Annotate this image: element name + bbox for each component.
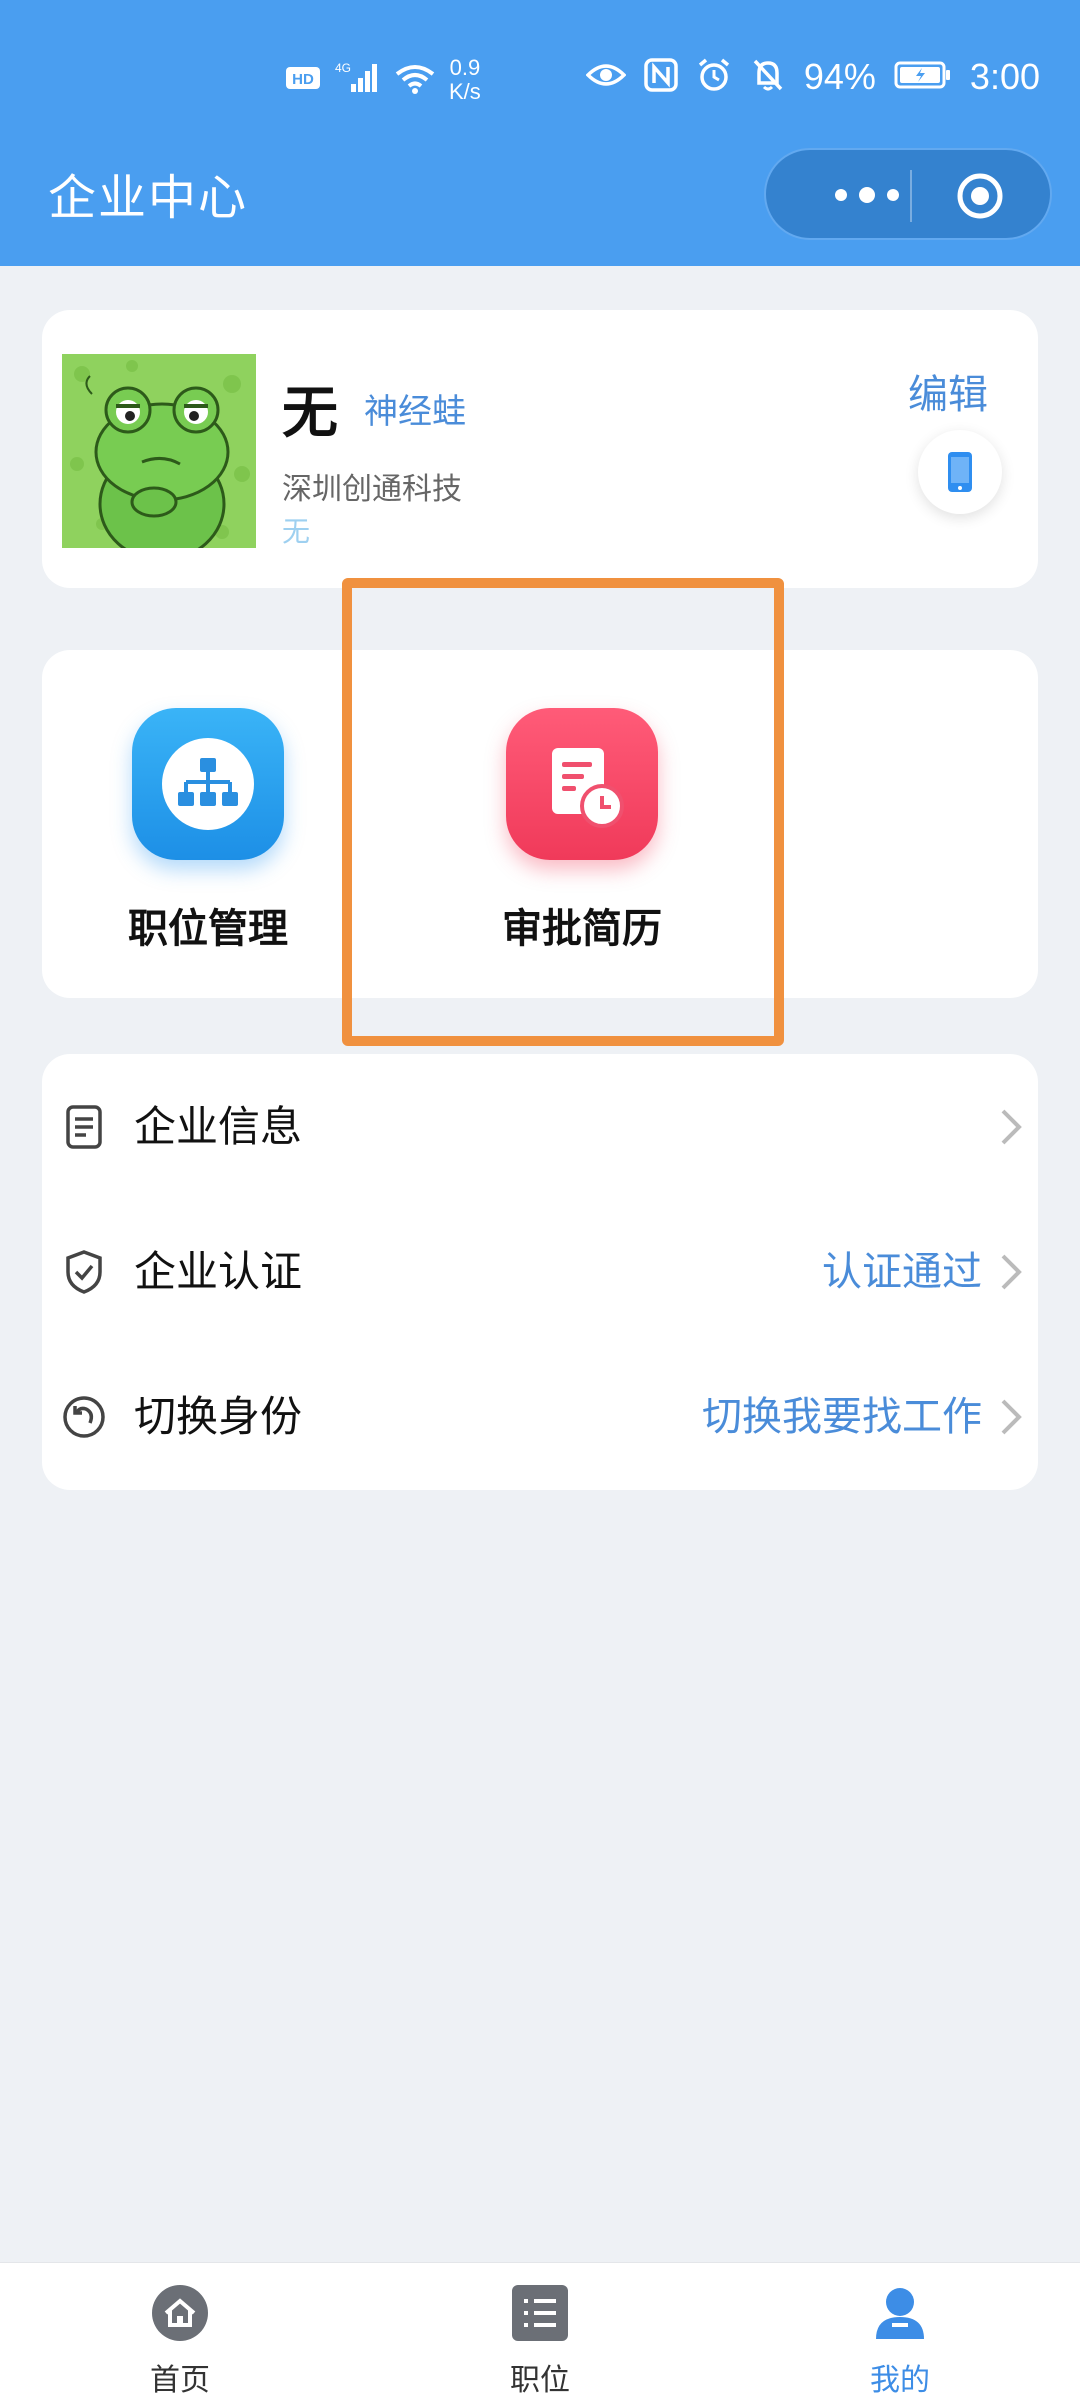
phone-button[interactable] <box>918 430 1002 514</box>
bottom-tab-bar: 首页 职位 我的 <box>0 2262 1080 2401</box>
speed-value: 0.9 <box>449 55 481 80</box>
tab-label: 首页 <box>150 2363 210 2398</box>
tab-label: 我的 <box>870 2363 930 2398</box>
phone-icon <box>948 452 972 492</box>
battery-percent: 94% <box>803 56 876 97</box>
nfc-icon <box>644 58 678 96</box>
hd-badge-text: HD <box>292 71 314 88</box>
tab-label: 职位 <box>510 2363 570 2398</box>
edit-button[interactable]: 编辑 <box>908 362 988 420</box>
profile-subtext: 无 <box>282 515 311 548</box>
chevron-right-icon <box>998 1250 1024 1294</box>
menu-label: 企业信息 <box>134 1101 303 1151</box>
capsule-divider <box>910 170 912 222</box>
settings-menu: 企业信息 企业认证 认证通过 切换身份 切换我要找工作 <box>42 1054 1038 1490</box>
home-icon <box>152 2285 208 2341</box>
chevron-right-icon <box>998 1105 1024 1149</box>
menu-label: 企业认证 <box>134 1246 303 1296</box>
status-bar: HD 4G 0.9 K/s 94% 3:00 <box>0 0 1080 160</box>
company-name: 深圳创通科技 <box>282 472 462 507</box>
tab-mine[interactable]: 我的 <box>800 2263 1000 2401</box>
status-right: 94% 3:00 <box>585 56 1040 98</box>
wifi-icon <box>393 60 437 100</box>
frog-avatar[interactable] <box>62 354 256 548</box>
page-title: 企业中心 <box>48 170 249 226</box>
tab-jobs[interactable]: 职位 <box>440 2263 640 2401</box>
user-icon <box>872 2285 928 2341</box>
clock-time: 3:00 <box>969 56 1040 97</box>
profile-card: 无 神经蛙 深圳创通科技 无 编辑 <box>42 310 1038 588</box>
menu-item-switch-identity[interactable]: 切换身份 切换我要找工作 <box>42 1344 1038 1489</box>
org-chart-icon <box>132 708 284 860</box>
signal-type-text: 4G <box>335 61 351 75</box>
job-management-tile[interactable]: 职位管理 <box>78 650 338 998</box>
document-icon <box>60 1103 108 1151</box>
menu-label: 切换身份 <box>134 1391 303 1441</box>
menu-item-verification[interactable]: 企业认证 认证通过 <box>42 1199 1038 1344</box>
chevron-right-icon <box>998 1395 1024 1439</box>
battery-icon <box>894 60 952 94</box>
eye-icon <box>585 61 627 93</box>
more-icon[interactable] <box>812 180 922 210</box>
shield-check-icon <box>60 1248 108 1296</box>
speed-unit: K/s <box>449 79 481 104</box>
menu-value: 认证通过 <box>822 1248 982 1295</box>
switch-icon <box>60 1393 108 1441</box>
alarm-icon <box>696 57 732 97</box>
mute-bell-icon <box>750 57 786 97</box>
network-speed: 0.9 K/s <box>449 56 481 104</box>
target-icon[interactable] <box>956 172 1004 220</box>
cell-signal-icon: 4G <box>333 60 381 100</box>
list-icon <box>512 2285 568 2341</box>
status-left: HD 4G 0.9 K/s <box>285 56 481 104</box>
tab-home[interactable]: 首页 <box>80 2263 280 2401</box>
menu-value: 切换我要找工作 <box>702 1393 982 1440</box>
job-management-label: 职位管理 <box>128 906 288 952</box>
miniapp-capsule <box>764 148 1052 240</box>
highlight-box <box>342 578 784 1046</box>
menu-item-company-info[interactable]: 企业信息 <box>42 1054 1038 1199</box>
header-bar: HD 4G 0.9 K/s 94% 3:00 企业中心 <box>0 0 1080 266</box>
user-name: 无 <box>282 381 338 446</box>
user-nickname: 神经蛙 <box>364 392 466 432</box>
hd-badge-icon: HD <box>285 64 321 96</box>
